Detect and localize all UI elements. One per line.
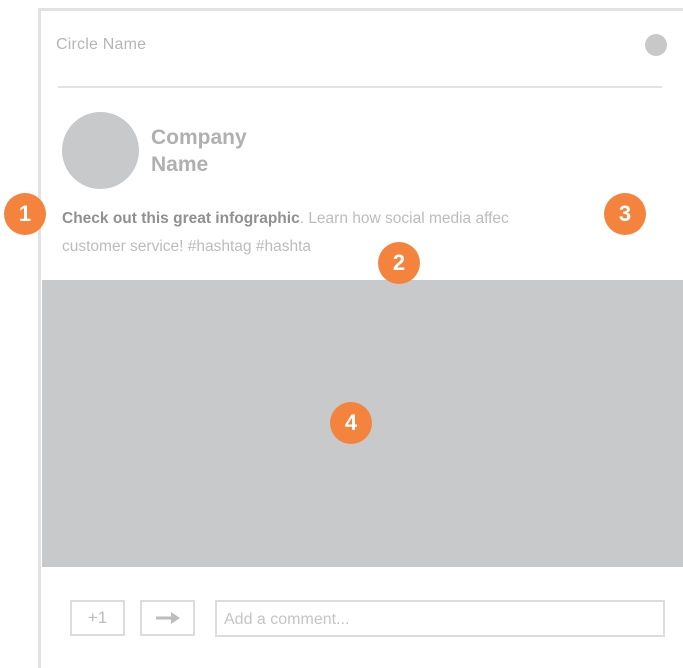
company-name-line2: Name bbox=[151, 153, 209, 176]
post-text: Check out this great infographic. Learn … bbox=[62, 205, 662, 261]
annotation-badge-2: 2 bbox=[378, 242, 420, 284]
arrow-right-icon bbox=[155, 612, 180, 624]
annotation-badge-4: 4 bbox=[330, 402, 372, 444]
comment-input[interactable]: Add a comment... bbox=[215, 600, 665, 637]
share-button[interactable] bbox=[140, 600, 195, 636]
company-name[interactable]: Company Name bbox=[151, 124, 351, 178]
post-text-line1: . Learn how social media affec bbox=[299, 210, 509, 227]
menu-dot-icon[interactable] bbox=[645, 34, 667, 56]
circle-name[interactable]: Circle Name bbox=[56, 36, 146, 54]
annotation-badge-1: 1 bbox=[4, 193, 46, 235]
annotation-badge-3: 3 bbox=[604, 193, 646, 235]
plus-one-button[interactable]: +1 bbox=[70, 600, 125, 636]
post-text-bold: Check out this great infographic bbox=[62, 210, 300, 227]
avatar[interactable] bbox=[62, 112, 139, 189]
company-name-line1: Company bbox=[151, 126, 247, 149]
header-divider bbox=[58, 86, 662, 88]
post-text-line2: customer service! #hashtag #hashta bbox=[62, 238, 311, 255]
